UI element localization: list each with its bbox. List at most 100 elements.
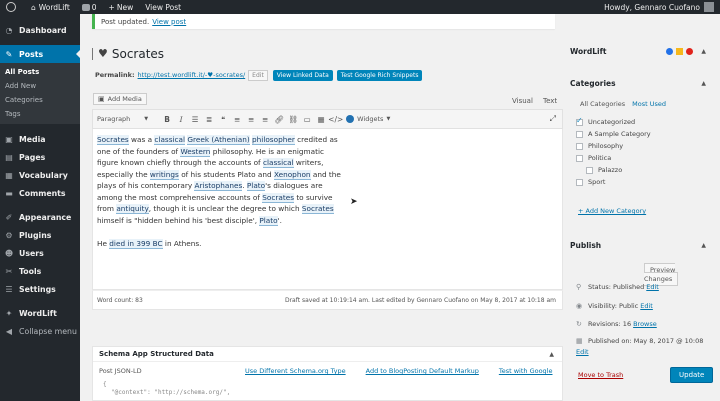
entity-annotation[interactable]: died in 399 BC — [109, 239, 163, 249]
wordlift-box-header[interactable]: WordLift ▲ — [570, 47, 710, 56]
menu-comments[interactable]: ▬ Comments — [0, 184, 80, 202]
test-rich-snippets-button[interactable]: Test Google Rich Snippets — [336, 69, 423, 81]
entity-annotation[interactable]: Plato — [259, 215, 278, 226]
category-item[interactable]: A Sample Category — [576, 128, 710, 140]
entity-annotation[interactable]: writings — [149, 169, 179, 180]
entity-annotation[interactable]: Greek (Athenian) — [187, 135, 250, 145]
view-post-notice-link[interactable]: View post — [152, 18, 186, 26]
menu-pages[interactable]: ▤ Pages — [0, 148, 80, 166]
menu-posts[interactable]: ✎ Posts — [0, 45, 80, 63]
move-to-trash-link[interactable]: Move to Trash — [578, 371, 623, 379]
bulleted-list-button[interactable]: ☰ — [188, 115, 202, 124]
entity-annotation[interactable]: Western — [180, 146, 211, 157]
tab-most-used[interactable]: Most Used — [632, 100, 666, 108]
align-center-button[interactable]: ≡ — [244, 115, 258, 124]
category-item[interactable]: Philosophy — [576, 140, 710, 152]
category-item[interactable]: Uncategorized — [576, 116, 710, 128]
align-left-button[interactable]: ≡ — [230, 115, 244, 124]
submenu-categories[interactable]: Categories — [0, 93, 80, 107]
entity-annotation[interactable]: Socrates — [97, 135, 129, 145]
widgets-dropdown[interactable]: Widgets ▼ — [346, 115, 390, 123]
italic-button[interactable]: I — [174, 115, 188, 124]
submenu-add-new[interactable]: Add New — [0, 79, 80, 93]
entity-annotation[interactable]: Aristophanes — [194, 181, 243, 191]
menu-users[interactable]: ☻ Users — [0, 244, 80, 262]
entity-annotation[interactable]: Plato — [246, 181, 266, 191]
publish-box-header[interactable]: Publish ▲ — [570, 241, 710, 250]
edit-visibility-link[interactable]: Edit — [640, 302, 653, 310]
menu-dashboard[interactable]: ◔ Dashboard — [0, 21, 80, 39]
view-linked-data-button[interactable]: View Linked Data — [272, 69, 333, 81]
wp-logo-menu[interactable] — [0, 0, 25, 14]
tab-all-categories[interactable]: All Categories — [580, 100, 625, 108]
entity-annotation[interactable]: Socrates — [301, 204, 334, 214]
category-checkbox[interactable] — [576, 178, 583, 186]
format-select[interactable]: Paragraph ▼ — [97, 115, 148, 123]
edit-permalink-button[interactable]: Edit — [248, 69, 268, 81]
categories-box-header[interactable]: Categories ▲ — [570, 79, 710, 88]
category-checkbox[interactable] — [576, 142, 583, 150]
numbered-list-button[interactable]: ≣ — [202, 115, 216, 124]
category-item[interactable]: Palazzo — [576, 164, 710, 176]
toolbar-toggle-button[interactable]: ▦ — [314, 115, 328, 124]
site-name-link[interactable]: ⌂ WordLift — [25, 0, 76, 14]
entity-annotation[interactable]: Xenophon — [273, 169, 311, 180]
collapse-toggle-icon[interactable]: ▲ — [701, 80, 706, 87]
category-checkbox[interactable] — [576, 154, 583, 162]
entity-annotation[interactable]: Socrates — [262, 192, 294, 203]
category-checkbox[interactable] — [576, 116, 583, 126]
collapse-toggle-icon[interactable]: ▲ — [701, 242, 706, 249]
post-title-field[interactable]: ♥ Socrates — [92, 43, 555, 64]
user-account-menu[interactable]: Howdy, Gennaro Cuofano — [598, 0, 720, 14]
category-checkbox[interactable] — [586, 166, 593, 174]
insert-link-button[interactable]: 🔗︎ — [272, 115, 286, 124]
update-button[interactable]: Update — [670, 367, 714, 383]
menu-settings[interactable]: ☰ Settings — [0, 280, 80, 298]
entity-annotation[interactable]: antiquity — [116, 204, 149, 214]
menu-wordlift[interactable]: ✦ WordLift — [0, 304, 80, 322]
menu-plugins[interactable]: ⚙ Plugins — [0, 226, 80, 244]
category-checkbox[interactable] — [576, 130, 583, 138]
remove-link-button[interactable]: ⛓︎ — [286, 115, 300, 124]
schema-app-box: Schema App Structured Data ▲ Post JSON-L… — [92, 346, 563, 401]
entity-annotation[interactable]: classical — [154, 135, 186, 145]
read-more-button[interactable]: ▭ — [300, 115, 314, 124]
align-right-button[interactable]: ≡ — [258, 115, 272, 124]
menu-tools[interactable]: ✂ Tools — [0, 262, 80, 280]
tab-text[interactable]: Text — [543, 97, 557, 105]
code-button[interactable]: </> — [328, 115, 343, 124]
browse-revisions-link[interactable]: Browse — [633, 320, 657, 328]
tab-visual[interactable]: Visual — [512, 97, 533, 105]
entity-annotation[interactable]: philosopher — [252, 135, 295, 145]
widgets-label: Widgets — [357, 115, 384, 123]
new-content-link[interactable]: + New — [103, 0, 140, 14]
submenu-tags[interactable]: Tags — [0, 107, 80, 121]
comments-link[interactable]: 0 — [76, 0, 103, 14]
collapse-menu-button[interactable]: ◀ Collapse menu — [0, 322, 80, 340]
add-new-category-link[interactable]: + Add New Category — [578, 207, 646, 215]
category-label: Uncategorized — [588, 118, 636, 126]
bold-button[interactable]: B — [160, 115, 174, 124]
edit-status-link[interactable]: Edit — [646, 283, 659, 291]
permalink-url[interactable]: http://test.wordlift.it/-♥-socrates/ — [138, 71, 246, 79]
add-default-markup-link[interactable]: Add to BlogPosting Default Markup — [366, 367, 479, 375]
category-item[interactable]: Sport — [576, 176, 710, 188]
fullscreen-icon[interactable]: ⤢ — [550, 114, 556, 124]
view-post-link[interactable]: View Post — [139, 0, 187, 14]
schema-box-header[interactable]: Schema App Structured Data ▲ — [93, 347, 562, 362]
category-item[interactable]: Politica — [576, 152, 710, 164]
collapse-toggle-icon[interactable]: ▲ — [701, 48, 706, 55]
menu-appearance[interactable]: ✐ Appearance — [0, 208, 80, 226]
use-different-type-link[interactable]: Use Different Schema.org Type — [245, 367, 346, 375]
editor-content[interactable]: Socrates was a classical Greek (Athenian… — [92, 129, 563, 290]
menu-media[interactable]: ▣ Media — [0, 130, 80, 148]
submenu-all-posts[interactable]: All Posts — [0, 65, 80, 79]
collapse-toggle-icon[interactable]: ▲ — [549, 351, 554, 358]
add-media-button[interactable]: ▣ Add Media — [93, 93, 147, 105]
menu-label: Dashboard — [19, 25, 67, 35]
test-with-google-link[interactable]: Test with Google — [499, 367, 553, 375]
blockquote-button[interactable]: ❝ — [216, 115, 230, 124]
menu-vocabulary[interactable]: ▦ Vocabulary — [0, 166, 80, 184]
edit-date-link[interactable]: Edit — [576, 348, 589, 356]
entity-annotation[interactable]: classical — [262, 158, 294, 168]
